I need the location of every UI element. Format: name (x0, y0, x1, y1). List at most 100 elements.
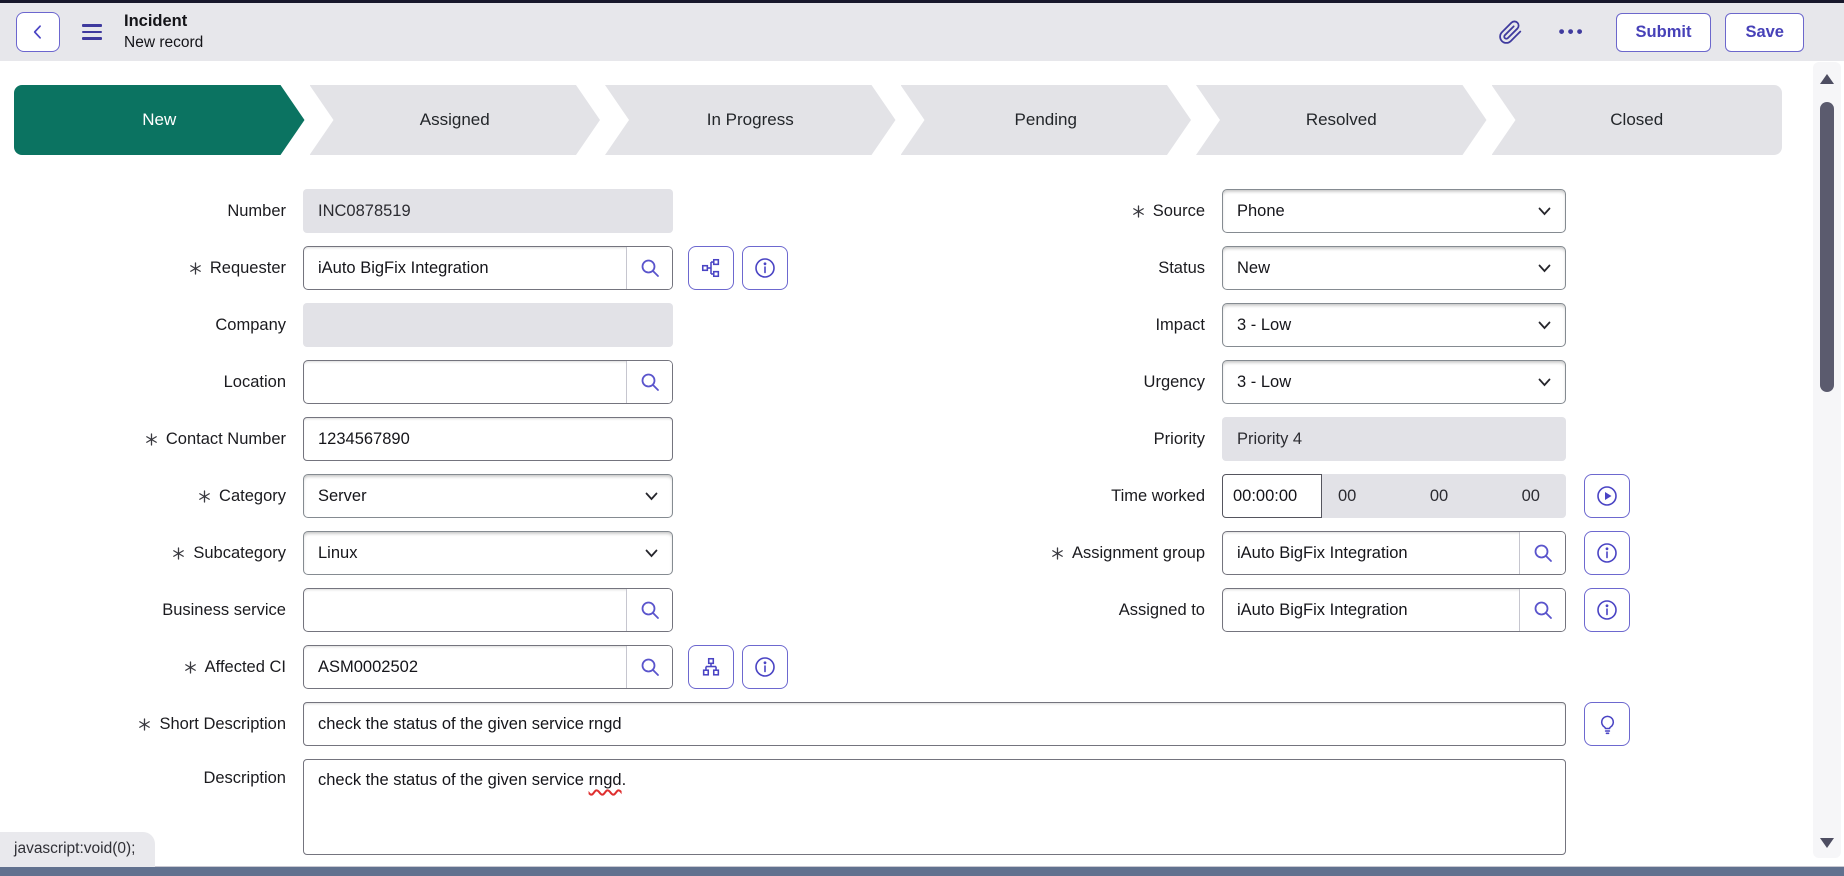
urgency-select[interactable]: 3 - Low (1222, 360, 1566, 404)
step-pending[interactable]: Pending (901, 85, 1192, 155)
time-worked-play-button[interactable] (1584, 474, 1630, 518)
location-label: Location (0, 373, 286, 392)
scroll-down-arrow-icon[interactable] (1820, 838, 1834, 848)
required-asterisk-icon (138, 718, 151, 731)
step-resolved[interactable]: Resolved (1196, 85, 1487, 155)
submit-button[interactable]: Submit (1616, 13, 1712, 52)
impact-select[interactable]: 3 - Low (1222, 303, 1566, 347)
chevron-down-icon (1538, 207, 1551, 216)
assignment-group-input[interactable] (1223, 532, 1519, 574)
location-input[interactable] (304, 361, 626, 403)
source-row: Source Phone (800, 189, 1844, 233)
context-menu-icon[interactable] (82, 24, 102, 40)
incident-form-page: Incident New record ••• Submit Save New … (0, 0, 1844, 876)
time-worked-input[interactable] (1222, 474, 1322, 518)
category-select[interactable]: Server (303, 474, 673, 518)
source-label: Source (800, 202, 1205, 221)
search-icon (639, 599, 661, 621)
info-icon (1595, 541, 1619, 565)
time-worked-hours: 00 (1338, 487, 1356, 506)
requester-hierarchy-button[interactable] (688, 246, 734, 290)
assigned-to-search-button[interactable] (1519, 589, 1565, 631)
chevron-left-icon (28, 22, 48, 42)
location-row: Location (0, 360, 800, 404)
chevron-down-icon (1538, 264, 1551, 273)
number-label: Number (0, 202, 286, 221)
business-service-search-button[interactable] (626, 589, 672, 631)
required-asterisk-icon (145, 433, 158, 446)
header-bar: Incident New record ••• Submit Save (0, 3, 1844, 61)
urgency-row: Urgency 3 - Low (800, 360, 1844, 404)
assignment-group-label: Assignment group (800, 544, 1205, 563)
chevron-down-icon (1538, 321, 1551, 330)
location-search-button[interactable] (626, 361, 672, 403)
search-icon (639, 257, 661, 279)
search-icon (1532, 542, 1554, 564)
subcategory-label: Subcategory (0, 544, 286, 563)
required-asterisk-icon (1132, 205, 1145, 218)
subcategory-select[interactable]: Linux (303, 531, 673, 575)
business-service-input[interactable] (304, 589, 626, 631)
required-asterisk-icon (172, 547, 185, 560)
scrollbar-thumb[interactable] (1820, 102, 1834, 392)
step-closed[interactable]: Closed (1492, 85, 1783, 155)
scroll-up-arrow-icon[interactable] (1820, 74, 1834, 84)
priority-row: Priority Priority 4 (800, 417, 1844, 461)
assigned-to-row: Assigned to (800, 588, 1844, 632)
search-icon (639, 371, 661, 393)
status-bar-link-preview: javascript:void(0); (0, 832, 155, 867)
company-field (303, 303, 673, 347)
impact-label: Impact (800, 316, 1205, 335)
assigned-to-input[interactable] (1223, 589, 1519, 631)
status-label: Status (800, 259, 1205, 278)
description-row: Description check the status of the give… (0, 759, 1844, 855)
record-subtitle: New record (124, 33, 203, 53)
number-row: Number INC0878519 (0, 189, 800, 233)
step-assigned[interactable]: Assigned (310, 85, 601, 155)
short-description-input[interactable] (303, 702, 1566, 746)
more-options-icon[interactable]: ••• (1559, 22, 1586, 42)
status-select[interactable]: New (1222, 246, 1566, 290)
page-title: Incident New record (124, 11, 203, 53)
contact-number-row: Contact Number (0, 417, 800, 461)
urgency-label: Urgency (800, 373, 1205, 392)
chevron-down-icon (1538, 378, 1551, 387)
required-asterisk-icon (189, 262, 202, 275)
affected-ci-search-button[interactable] (626, 646, 672, 688)
time-worked-row: Time worked 00 00 00 (800, 474, 1844, 518)
assigned-to-info-button[interactable] (1584, 588, 1630, 632)
business-service-row: Business service (0, 588, 800, 632)
short-description-label: Short Description (0, 715, 286, 734)
priority-field: Priority 4 (1222, 417, 1566, 461)
company-row: Company (0, 303, 800, 347)
search-icon (639, 656, 661, 678)
requester-info-button[interactable] (742, 246, 788, 290)
back-button[interactable] (16, 12, 60, 52)
paperclip-icon[interactable] (1498, 20, 1523, 45)
affected-ci-info-button[interactable] (742, 645, 788, 689)
step-new[interactable]: New (14, 85, 305, 155)
assignment-group-row: Assignment group (800, 531, 1844, 575)
status-row: Status New (800, 246, 1844, 290)
org-tree-icon (700, 656, 722, 678)
step-in-progress[interactable]: In Progress (605, 85, 896, 155)
time-worked-label: Time worked (800, 487, 1205, 506)
time-worked-field: 00 00 00 (1222, 474, 1566, 518)
description-textarea[interactable]: check the status of the given service rn… (303, 759, 1566, 855)
info-icon (753, 655, 777, 679)
save-button[interactable]: Save (1725, 13, 1804, 52)
vertical-scrollbar (1813, 62, 1841, 858)
suggestion-lightbulb-button[interactable] (1584, 702, 1630, 746)
assignment-group-info-button[interactable] (1584, 531, 1630, 575)
required-asterisk-icon (1051, 547, 1064, 560)
requester-input[interactable] (304, 247, 626, 289)
category-row: Category Server (0, 474, 800, 518)
requester-search-button[interactable] (626, 247, 672, 289)
contact-number-input[interactable] (303, 417, 673, 461)
assignment-group-search-button[interactable] (1519, 532, 1565, 574)
affected-ci-tree-button[interactable] (688, 645, 734, 689)
source-select[interactable]: Phone (1222, 189, 1566, 233)
priority-label: Priority (800, 430, 1205, 449)
contact-number-label: Contact Number (0, 430, 286, 449)
affected-ci-input[interactable] (304, 646, 626, 688)
